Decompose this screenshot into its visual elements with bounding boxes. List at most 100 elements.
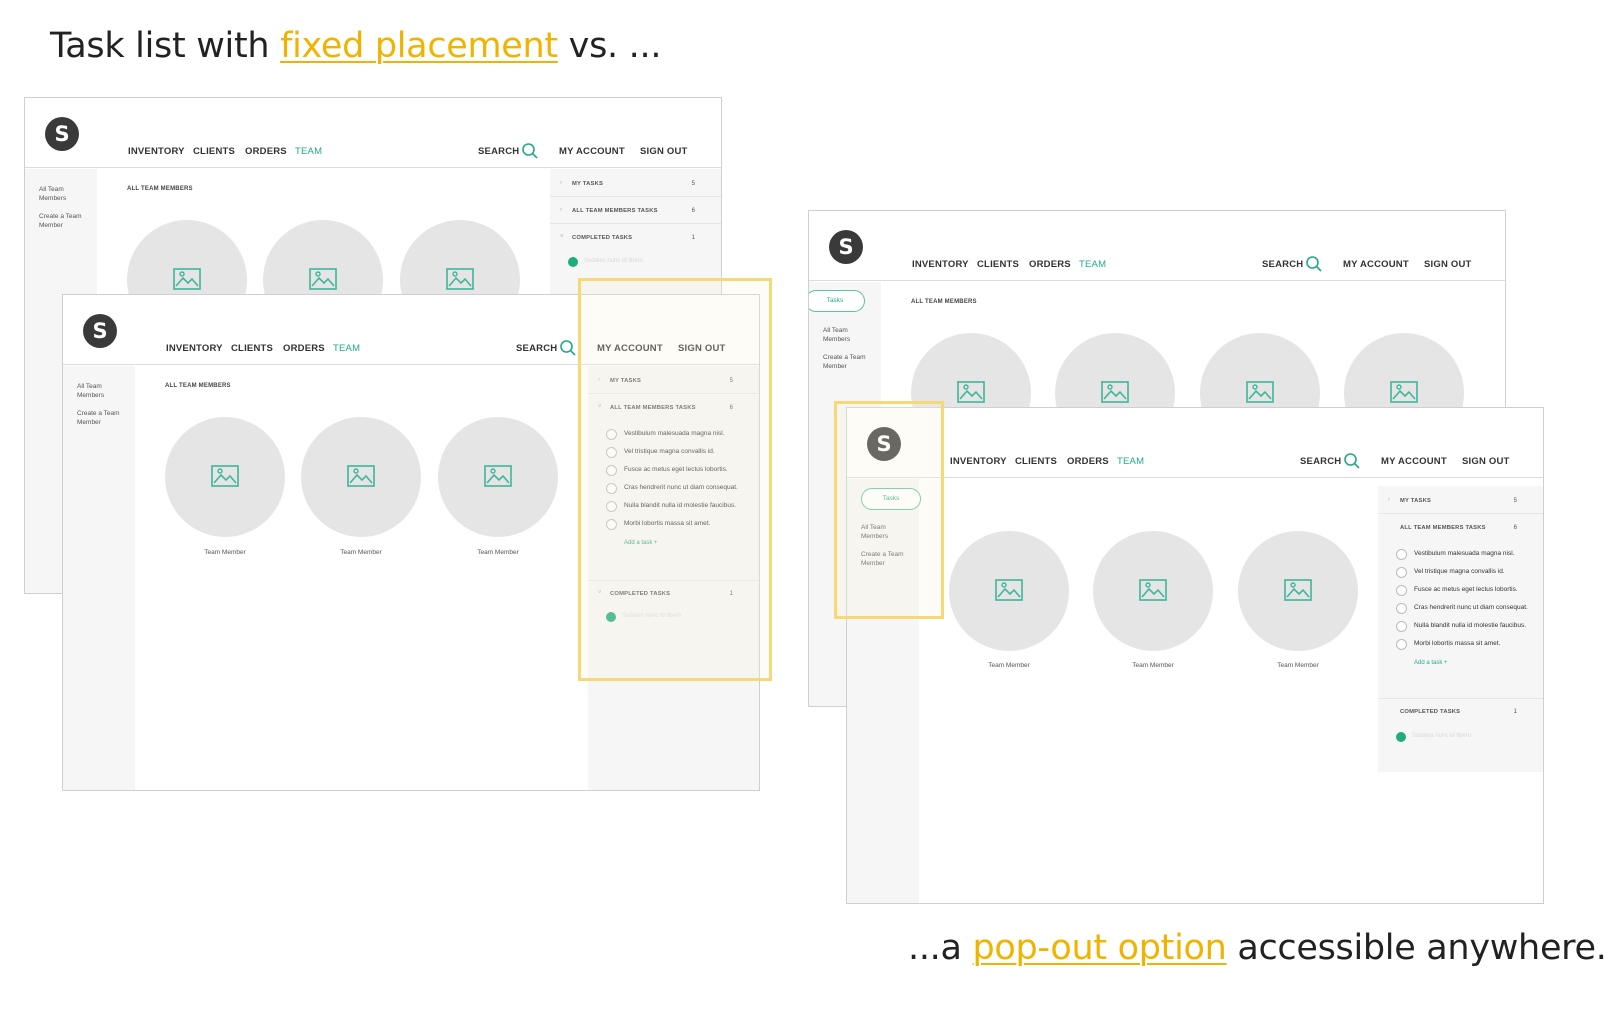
top-nav: S INVENTORY CLIENTS ORDERS TEAM SEARCH M…	[25, 98, 721, 168]
nav-orders[interactable]: ORDERS	[245, 146, 287, 157]
search-label[interactable]: SEARCH	[1300, 456, 1341, 467]
sign-out-link[interactable]: SIGN OUT	[1462, 456, 1510, 467]
image-placeholder-icon	[1101, 381, 1129, 403]
search-icon[interactable]	[1305, 255, 1323, 273]
headline-bottom-after: accessible anywhere.	[1226, 928, 1604, 968]
circle-checkbox-icon[interactable]	[1396, 567, 1407, 578]
logo[interactable]: S	[45, 117, 79, 151]
member-avatar[interactable]	[949, 531, 1069, 651]
search-icon[interactable]	[521, 142, 539, 160]
sidebar: All Team Members Create a Team Member	[63, 366, 135, 790]
image-placeholder-icon	[995, 579, 1023, 601]
all-tasks-row[interactable]: ALL TEAM MEMBERS TASKS 6	[1378, 515, 1543, 541]
sidebar-all-members[interactable]: All Team Members	[823, 326, 863, 344]
nav-team[interactable]: TEAM	[333, 343, 360, 354]
my-account-link[interactable]: MY ACCOUNT	[1343, 259, 1409, 270]
nav-orders[interactable]: ORDERS	[1029, 259, 1071, 270]
nav-team[interactable]: TEAM	[295, 146, 322, 157]
task-text: Cras hendrerit nunc ut diam consequat.	[1414, 604, 1528, 611]
member-name: Team Member	[1132, 662, 1174, 669]
headline-top-before: Task list with	[50, 26, 281, 66]
member-name: Team Member	[477, 549, 519, 556]
logo[interactable]: S	[829, 230, 863, 264]
all-tasks-label: ALL TEAM MEMBERS TASKS	[1400, 525, 1486, 531]
nav-orders[interactable]: ORDERS	[283, 343, 325, 354]
nav-team[interactable]: TEAM	[1079, 259, 1106, 270]
member-avatar[interactable]	[1093, 531, 1213, 651]
task-text: Vestibulum malesuada magna nisl.	[1414, 550, 1515, 557]
completed-label: COMPLETED TASKS	[572, 235, 633, 241]
nav-inventory[interactable]: INVENTORY	[166, 343, 223, 354]
image-placeholder-icon	[484, 465, 512, 487]
search-label[interactable]: SEARCH	[1262, 259, 1303, 270]
member-name: Team Member	[340, 549, 382, 556]
sign-out-link[interactable]: SIGN OUT	[640, 146, 688, 157]
highlight-frame-fixed	[578, 278, 772, 681]
nav-clients[interactable]: CLIENTS	[977, 259, 1019, 270]
logo[interactable]: S	[83, 314, 117, 348]
member-avatar[interactable]	[438, 417, 558, 537]
search-icon[interactable]	[1343, 452, 1361, 470]
headline-bottom-highlight: pop-out option	[972, 928, 1227, 968]
all-tasks-count: 6	[1513, 525, 1517, 531]
completed-dot-icon[interactable]	[568, 257, 578, 267]
search-icon[interactable]	[559, 339, 577, 357]
member-avatar[interactable]	[301, 417, 421, 537]
my-tasks-row[interactable]: › MY TASKS 5	[550, 171, 721, 197]
task-text: Morbi lobortis massa sit amet.	[1414, 640, 1501, 647]
image-placeholder-icon	[309, 268, 337, 290]
circle-checkbox-icon[interactable]	[1396, 603, 1407, 614]
image-placeholder-icon	[211, 465, 239, 487]
member-avatar[interactable]	[165, 417, 285, 537]
completed-count: 1	[1513, 709, 1517, 715]
completed-row[interactable]: COMPLETED TASKS 1	[1378, 698, 1543, 724]
search-label[interactable]: SEARCH	[478, 146, 519, 157]
my-tasks-label: MY TASKS	[1400, 498, 1432, 504]
nav-orders[interactable]: ORDERS	[1067, 456, 1109, 467]
caret-icon: ˅	[560, 234, 564, 240]
completed-label: COMPLETED TASKS	[1400, 709, 1461, 715]
task-text: Fusce ac metus eget lectus lobortis.	[1414, 586, 1518, 593]
circle-checkbox-icon[interactable]	[1396, 639, 1407, 650]
all-tasks-label: ALL TEAM MEMBERS TASKS	[572, 208, 658, 214]
my-tasks-count: 5	[1513, 498, 1517, 504]
add-task-link[interactable]: Add a task +	[1414, 660, 1448, 666]
my-tasks-row[interactable]: › MY TASKS 5	[1378, 488, 1543, 514]
circle-checkbox-icon[interactable]	[1396, 621, 1407, 632]
all-tasks-count: 6	[691, 208, 695, 214]
search-label[interactable]: SEARCH	[516, 343, 557, 354]
sign-out-link[interactable]: SIGN OUT	[1424, 259, 1472, 270]
circle-checkbox-icon[interactable]	[1396, 585, 1407, 596]
completed-count: 1	[691, 235, 695, 241]
member-name: Team Member	[988, 662, 1030, 669]
all-tasks-row[interactable]: › ALL TEAM MEMBERS TASKS 6	[550, 198, 721, 224]
my-account-link[interactable]: MY ACCOUNT	[1381, 456, 1447, 467]
sidebar-all-members[interactable]: All Team Members	[77, 382, 117, 400]
sidebar-create-member[interactable]: Create a Team Member	[823, 353, 871, 371]
completed-row[interactable]: ˅ COMPLETED TASKS 1	[550, 225, 721, 251]
nav-clients[interactable]: CLIENTS	[1015, 456, 1057, 467]
my-tasks-count: 5	[691, 181, 695, 187]
nav-inventory[interactable]: INVENTORY	[912, 259, 969, 270]
caret-icon: ›	[560, 180, 562, 186]
my-account-link[interactable]: MY ACCOUNT	[559, 146, 625, 157]
member-name: Team Member	[204, 549, 246, 556]
tasks-popout-button[interactable]: Tasks	[809, 290, 865, 312]
caret-icon: ›	[560, 207, 562, 213]
nav-inventory[interactable]: INVENTORY	[128, 146, 185, 157]
section-title: ALL TEAM MEMBERS	[911, 299, 977, 305]
nav-inventory[interactable]: INVENTORY	[950, 456, 1007, 467]
sidebar-create-member[interactable]: Create a Team Member	[39, 212, 87, 230]
member-avatar[interactable]	[1238, 531, 1358, 651]
top-nav: S INVENTORY CLIENTS ORDERS TEAM SEARCH M…	[847, 408, 1543, 478]
circle-checkbox-icon[interactable]	[1396, 549, 1407, 560]
nav-clients[interactable]: CLIENTS	[231, 343, 273, 354]
completed-dot-icon[interactable]	[1396, 732, 1406, 742]
sidebar-all-members[interactable]: All Team Members	[39, 185, 79, 203]
caret-icon: ›	[1388, 497, 1390, 503]
nav-team[interactable]: TEAM	[1117, 456, 1144, 467]
image-placeholder-icon	[446, 268, 474, 290]
nav-clients[interactable]: CLIENTS	[193, 146, 235, 157]
image-placeholder-icon	[957, 381, 985, 403]
sidebar-create-member[interactable]: Create a Team Member	[77, 409, 125, 427]
